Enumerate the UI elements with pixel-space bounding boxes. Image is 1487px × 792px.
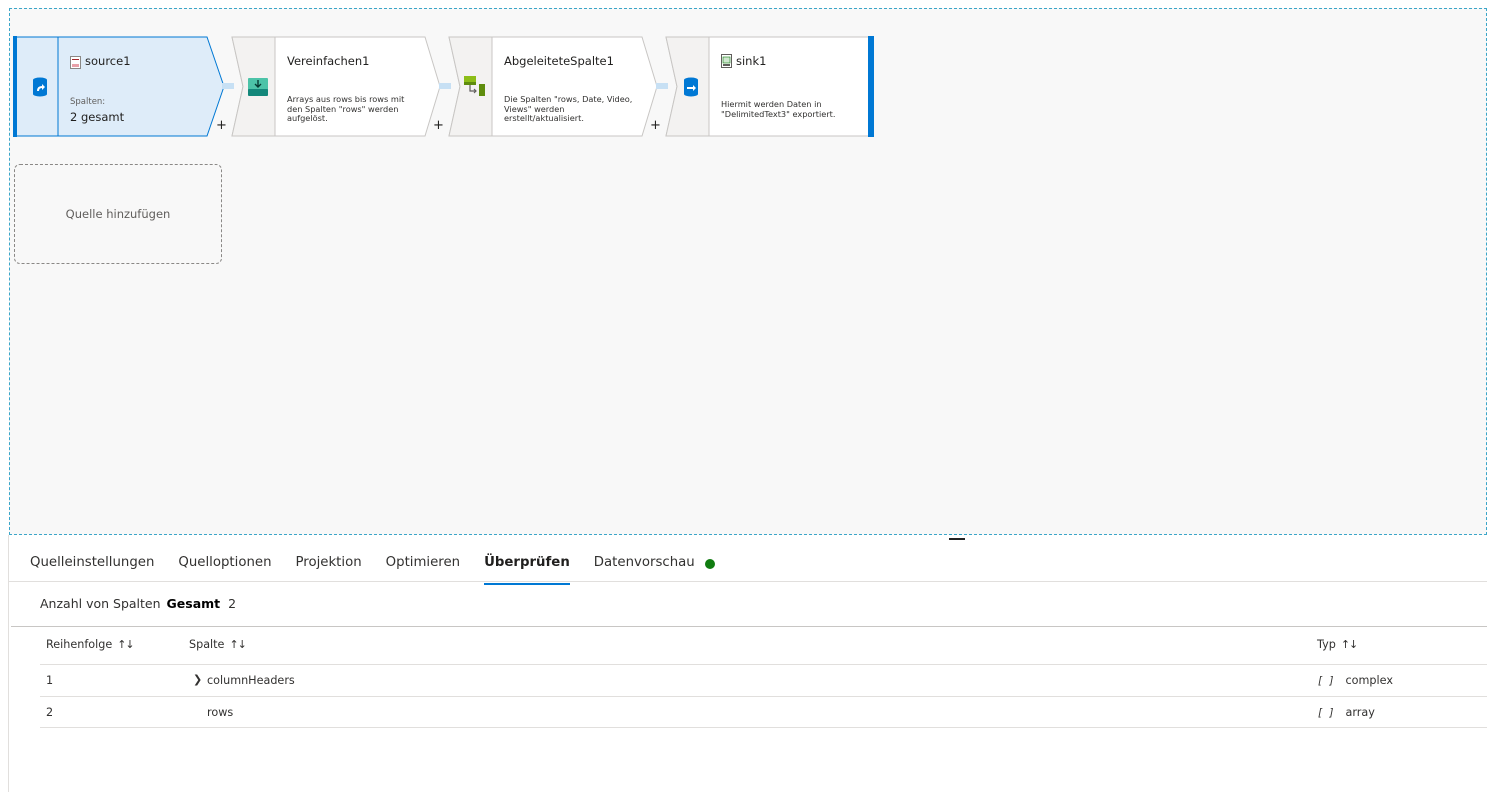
header-label: Reihenfolge xyxy=(46,638,113,651)
node-description: Die Spalten "rows, Date, Video, Views" w… xyxy=(504,94,633,123)
node-description: Arrays aus rows bis rows mit den Spalten… xyxy=(287,94,405,123)
add-transform-button[interactable]: + xyxy=(216,118,227,133)
tab-projection[interactable]: Projektion xyxy=(296,555,362,582)
summary-divider xyxy=(11,626,1487,627)
node-title: source1 xyxy=(85,54,131,68)
row-divider xyxy=(40,696,1487,697)
summary-total-label: Gesamt xyxy=(166,596,221,611)
columns-count: 2 gesamt xyxy=(70,110,125,124)
header-type[interactable]: Typ ↑↓ xyxy=(1317,638,1358,651)
summary-total-value: 2 xyxy=(228,596,237,611)
array-type-icon: [ ] xyxy=(1318,675,1336,687)
type-label: array xyxy=(1345,706,1375,719)
sink-icon xyxy=(683,77,699,101)
tab-optimize[interactable]: Optimieren xyxy=(386,555,460,582)
flatten-icon xyxy=(247,77,269,101)
node-title: AbgeleiteteSpalte1 xyxy=(504,54,614,68)
tab-label: Optimieren xyxy=(385,555,461,570)
source-icon xyxy=(32,77,48,101)
node-description: Hiermit werden Daten in "DelimitedText3"… xyxy=(721,99,836,119)
csv-file-icon xyxy=(721,53,732,72)
status-dot-icon xyxy=(704,559,715,569)
cell-order: 1 xyxy=(46,674,54,687)
tab-label: Projektion xyxy=(295,555,362,570)
tab-inspect[interactable]: Überprüfen xyxy=(484,555,570,585)
derived-column-icon xyxy=(463,74,487,102)
column-count-summary: Anzahl von Spalten Gesamt 2 xyxy=(40,596,236,611)
cell-order: 2 xyxy=(46,706,54,719)
node-title: sink1 xyxy=(736,54,767,68)
json-file-icon xyxy=(70,54,81,73)
tab-label: Quelleinstellungen xyxy=(30,555,155,570)
node-derived-column[interactable]: AbgeleiteteSpalte1 Die Spalten "rows, Da… xyxy=(448,36,659,137)
cell-column: rows xyxy=(207,706,234,719)
tab-label: Datenvorschau xyxy=(593,555,695,570)
cell-type: [ ] array xyxy=(1318,706,1375,719)
header-label: Spalte xyxy=(189,638,225,651)
add-transform-button[interactable]: + xyxy=(650,118,661,133)
panel-resize-handle[interactable] xyxy=(949,538,965,540)
type-label: complex xyxy=(1345,674,1393,687)
header-divider xyxy=(40,664,1487,665)
panel-left-border xyxy=(8,535,9,792)
cell-type: [ ] complex xyxy=(1318,674,1393,687)
tab-source-settings[interactable]: Quelleinstellungen xyxy=(30,555,154,582)
cell-column: columnHeaders xyxy=(207,674,295,687)
sort-icon: ↑↓ xyxy=(1340,638,1358,651)
settings-tabs: Quelleinstellungen Quelloptionen Projekt… xyxy=(30,555,739,585)
sort-icon: ↑↓ xyxy=(229,638,246,651)
add-source-label: Quelle hinzufügen xyxy=(65,207,171,221)
tab-label: Quelloptionen xyxy=(178,555,272,570)
sort-icon: ↑↓ xyxy=(117,638,134,651)
node-source1[interactable]: source1 Spalten: 2 gesamt xyxy=(13,36,225,137)
node-sink1[interactable]: sink1 Hiermit werden Daten in "Delimited… xyxy=(665,36,875,137)
header-label: Typ xyxy=(1317,638,1336,651)
summary-label: Anzahl von Spalten xyxy=(40,596,161,611)
chevron-right-icon[interactable]: ❯ xyxy=(193,673,202,686)
add-transform-button[interactable]: + xyxy=(433,118,444,133)
header-order[interactable]: Reihenfolge ↑↓ xyxy=(46,638,135,651)
tab-label: Überprüfen xyxy=(484,555,570,570)
node-flatten[interactable]: Vereinfachen1 Arrays aus rows bis rows m… xyxy=(231,36,442,137)
tab-data-preview[interactable]: Datenvorschau xyxy=(594,555,715,582)
add-source-button[interactable]: Quelle hinzufügen xyxy=(14,164,222,264)
tab-source-options[interactable]: Quelloptionen xyxy=(178,555,271,582)
array-type-icon: [ ] xyxy=(1318,707,1336,719)
columns-label: Spalten: xyxy=(70,97,106,107)
node-title: Vereinfachen1 xyxy=(287,54,370,68)
header-column[interactable]: Spalte ↑↓ xyxy=(189,638,247,651)
tabs-divider xyxy=(9,581,1487,582)
row-divider xyxy=(40,727,1487,728)
